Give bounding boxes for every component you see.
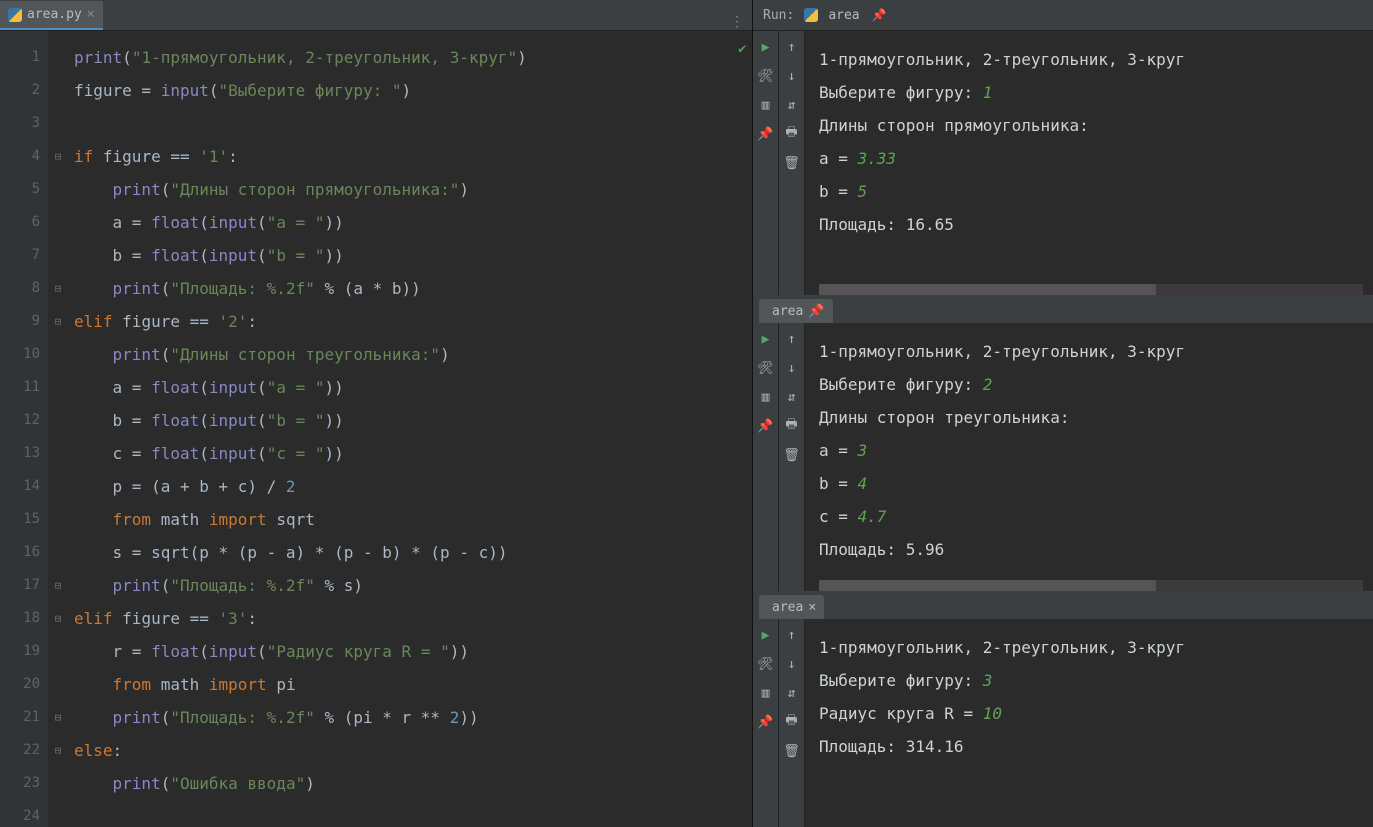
console-text: a =: [819, 441, 858, 460]
run-body: ▶ 🛠 ▥ 📌 ↑ ↓ ⇵ 🖶 🗑 1-прямоугольник, 2-треугольник,…: [753, 31, 1373, 295]
run-tab-label: area: [772, 304, 803, 319]
console-input: 10: [983, 704, 1002, 723]
console-text: c =: [819, 507, 858, 526]
play-icon[interactable]: ▶: [758, 627, 774, 643]
editor-more-icon[interactable]: ⋮: [722, 14, 752, 30]
filter-icon[interactable]: ⇵: [784, 389, 800, 405]
trash-icon[interactable]: 🗑: [784, 743, 800, 759]
editor-tab-area[interactable]: area.py ×: [0, 1, 103, 30]
console-scrollbar[interactable]: [819, 284, 1363, 295]
console-input: 3.33: [858, 149, 897, 168]
run-panel: Run: area 📌 ▶ 🛠 ▥ 📌 ↑ ↓ ⇵ 🖶 🗑 1-прямоугольник, 2-…: [753, 0, 1373, 827]
pin-tool-icon[interactable]: 📌: [758, 418, 774, 434]
code-editor[interactable]: 123456789101112131415161718192021222324 …: [0, 31, 752, 827]
console-input: 4: [858, 474, 868, 493]
inspection-ok-icon[interactable]: ✔: [736, 41, 752, 57]
ide-root: area.py × ⋮ 1234567891011121314151617181…: [0, 0, 1373, 827]
console-input: 2: [983, 375, 993, 394]
console-text: 1-прямоугольник, 2-треугольник, 3-круг: [819, 638, 1185, 657]
play-icon[interactable]: ▶: [758, 39, 774, 55]
print-icon[interactable]: 🖶: [784, 418, 800, 434]
run-tab[interactable]: area ×: [759, 595, 824, 619]
run-sections: ▶ 🛠 ▥ 📌 ↑ ↓ ⇵ 🖶 🗑 1-прямоугольник, 2-треугольник,…: [753, 31, 1373, 827]
arrow-down-icon[interactable]: ↓: [784, 360, 800, 376]
print-icon[interactable]: 🖶: [784, 126, 800, 142]
wrench-icon[interactable]: 🛠: [758, 68, 774, 84]
console-output[interactable]: 1-прямоугольник, 2-треугольник, 3-круг Вы…: [805, 323, 1373, 591]
run-tool-column-left: ▶ 🛠 ▥ 📌: [753, 323, 779, 591]
run-tab-label: area: [772, 600, 803, 615]
run-tool-column-left: ▶ 🛠 ▥ 📌: [753, 31, 779, 295]
console-text: 1-прямоугольник, 2-треугольник, 3-круг: [819, 342, 1185, 361]
run-config-name: area: [828, 8, 859, 23]
layout-icon[interactable]: ▥: [758, 389, 774, 405]
console-text: Площадь: 314.16: [819, 737, 964, 756]
layout-icon[interactable]: ▥: [758, 685, 774, 701]
trash-icon[interactable]: 🗑: [784, 155, 800, 171]
run-section: area 📌 ▶ 🛠 ▥ 📌 ↑ ↓ ⇵ 🖶 🗑 1-прямоугольник, 2-треугол…: [753, 295, 1373, 591]
run-section: area × ▶ 🛠 ▥ 📌 ↑ ↓ ⇵ 🖶 🗑 1-прямоугольник, 2-треугол…: [753, 591, 1373, 827]
run-tool-column-left: ▶ 🛠 ▥ 📌: [753, 619, 779, 827]
console-text: Длины сторон треугольника:: [819, 408, 1069, 427]
editor-tab-label: area.py: [27, 7, 82, 22]
console-text: Длины сторон прямоугольника:: [819, 116, 1089, 135]
run-tab[interactable]: area 📌: [759, 299, 833, 323]
run-tool-column-right: ↑ ↓ ⇵ 🖶 🗑: [779, 31, 805, 295]
filter-icon[interactable]: ⇵: [784, 685, 800, 701]
python-file-icon: [8, 8, 22, 22]
close-icon[interactable]: ×: [808, 600, 816, 615]
console-input: 1: [983, 83, 993, 102]
console-output[interactable]: 1-прямоугольник, 2-треугольник, 3-круг Вы…: [805, 31, 1373, 295]
run-tabstrip: area 📌: [753, 295, 1373, 323]
arrow-up-icon[interactable]: ↑: [784, 39, 800, 55]
marker-gutter: ✔: [736, 31, 752, 827]
pin-tool-icon[interactable]: 📌: [758, 714, 774, 730]
console-output[interactable]: 1-прямоугольник, 2-треугольник, 3-круг Вы…: [805, 619, 1373, 827]
console-text: Площадь: 5.96: [819, 540, 944, 559]
fold-gutter[interactable]: ⊟ ⊟⊟ ⊟⊟ ⊟⊟: [48, 31, 68, 827]
console-text: b =: [819, 182, 858, 201]
run-header-label: Run:: [763, 8, 794, 23]
console-text: Радиус круга R =: [819, 704, 983, 723]
run-body: ▶ 🛠 ▥ 📌 ↑ ↓ ⇵ 🖶 🗑 1-прямоугольник, 2-треугольник,…: [753, 323, 1373, 591]
editor-tabstrip: area.py × ⋮: [0, 0, 752, 31]
layout-icon[interactable]: ▥: [758, 97, 774, 113]
console-input: 3: [858, 441, 868, 460]
python-run-icon: [804, 8, 818, 22]
line-gutter: 123456789101112131415161718192021222324: [0, 31, 48, 827]
arrow-up-icon[interactable]: ↑: [784, 627, 800, 643]
wrench-icon[interactable]: 🛠: [758, 656, 774, 672]
arrow-down-icon[interactable]: ↓: [784, 656, 800, 672]
console-text: Выберите фигуру:: [819, 671, 983, 690]
console-input: 3: [983, 671, 993, 690]
run-body: ▶ 🛠 ▥ 📌 ↑ ↓ ⇵ 🖶 🗑 1-прямоугольник, 2-треугольник,…: [753, 619, 1373, 827]
console-text: b =: [819, 474, 858, 493]
filter-icon[interactable]: ⇵: [784, 97, 800, 113]
close-icon[interactable]: ×: [87, 7, 95, 22]
print-icon[interactable]: 🖶: [784, 714, 800, 730]
arrow-up-icon[interactable]: ↑: [784, 331, 800, 347]
code-area[interactable]: print("1-прямоугольник, 2-треугольник, 3…: [68, 31, 736, 827]
pin-icon[interactable]: 📌: [808, 304, 824, 319]
console-input: 4.7: [858, 507, 887, 526]
run-tool-column-right: ↑ ↓ ⇵ 🖶 🗑: [779, 323, 805, 591]
trash-icon[interactable]: 🗑: [784, 447, 800, 463]
console-text: a =: [819, 149, 858, 168]
pin-icon[interactable]: 📌: [872, 8, 887, 22]
run-section: ▶ 🛠 ▥ 📌 ↑ ↓ ⇵ 🖶 🗑 1-прямоугольник, 2-треугольник,…: [753, 31, 1373, 295]
run-tabstrip: area ×: [753, 591, 1373, 619]
run-tool-column-right: ↑ ↓ ⇵ 🖶 🗑: [779, 619, 805, 827]
console-text: Выберите фигуру:: [819, 375, 983, 394]
console-input: 5: [858, 182, 868, 201]
console-scrollbar[interactable]: [819, 580, 1363, 591]
arrow-down-icon[interactable]: ↓: [784, 68, 800, 84]
console-text: Площадь: 16.65: [819, 215, 954, 234]
console-text: 1-прямоугольник, 2-треугольник, 3-круг: [819, 50, 1185, 69]
console-text: Выберите фигуру:: [819, 83, 983, 102]
run-header: Run: area 📌: [753, 0, 1373, 31]
editor-panel: area.py × ⋮ 1234567891011121314151617181…: [0, 0, 753, 827]
play-icon[interactable]: ▶: [758, 331, 774, 347]
pin-tool-icon[interactable]: 📌: [758, 126, 774, 142]
wrench-icon[interactable]: 🛠: [758, 360, 774, 376]
